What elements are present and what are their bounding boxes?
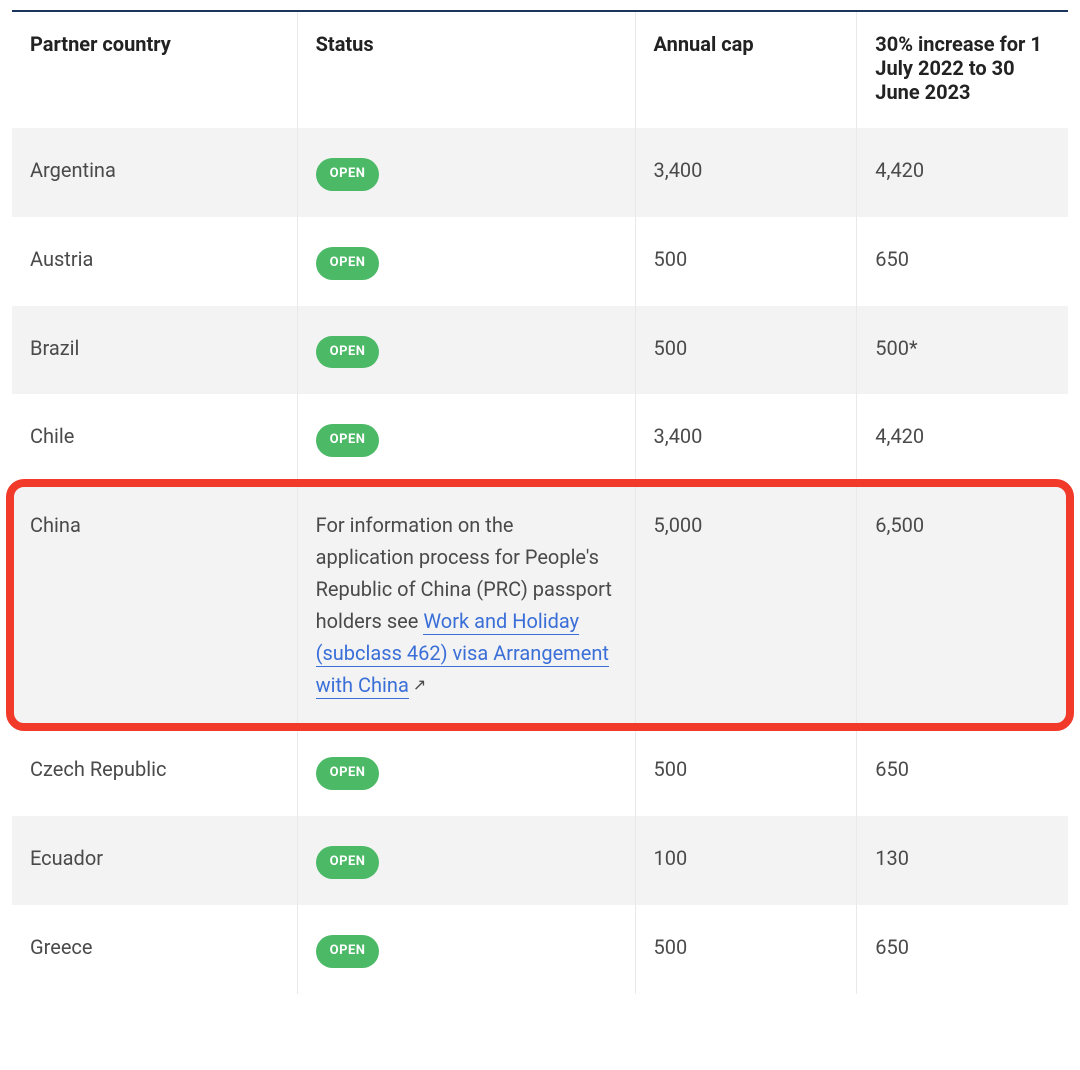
cell-cap: 500 xyxy=(635,727,857,816)
cell-increase: 650 xyxy=(857,727,1068,816)
status-badge: OPEN xyxy=(316,424,380,457)
cell-country: Austria xyxy=(12,217,297,306)
status-badge: OPEN xyxy=(316,247,380,280)
cell-status: OPEN xyxy=(297,816,635,905)
cell-cap: 5,000 xyxy=(635,483,857,727)
cell-status: For information on the application proce… xyxy=(297,483,635,727)
cell-status: OPEN xyxy=(297,727,635,816)
status-badge: OPEN xyxy=(316,846,380,879)
header-status: Status xyxy=(297,11,635,128)
table-header-row: Partner country Status Annual cap 30% in… xyxy=(12,11,1068,128)
cell-increase: 4,420 xyxy=(857,394,1068,483)
table-row: Brazil OPEN 500500* xyxy=(12,306,1068,395)
status-badge: OPEN xyxy=(316,935,380,968)
table-row: ChinaFor information on the application … xyxy=(12,483,1068,727)
table-row: Argentina OPEN 3,4004,420 xyxy=(12,128,1068,217)
header-country: Partner country xyxy=(12,11,297,128)
header-cap: Annual cap xyxy=(635,11,857,128)
external-link-icon: ↗ xyxy=(413,675,426,694)
cell-status: OPEN xyxy=(297,306,635,395)
cell-cap: 3,400 xyxy=(635,128,857,217)
table-row: Czech Republic OPEN 500650 xyxy=(12,727,1068,816)
cell-cap: 3,400 xyxy=(635,394,857,483)
table-row: Greece OPEN 500650 xyxy=(12,905,1068,994)
status-badge: OPEN xyxy=(316,158,380,191)
table-row: Ecuador OPEN 100130 xyxy=(12,816,1068,905)
cell-status: OPEN xyxy=(297,128,635,217)
cell-country: Argentina xyxy=(12,128,297,217)
header-increase: 30% increase for 1 July 2022 to 30 June … xyxy=(857,11,1068,128)
cell-increase: 4,420 xyxy=(857,128,1068,217)
cell-cap: 500 xyxy=(635,905,857,994)
cell-country: Greece xyxy=(12,905,297,994)
status-badge: OPEN xyxy=(316,757,380,790)
cell-country: China xyxy=(12,483,297,727)
table-row: Austria OPEN 500650 xyxy=(12,217,1068,306)
cell-country: Brazil xyxy=(12,306,297,395)
cell-country: Ecuador xyxy=(12,816,297,905)
cell-increase: 6,500 xyxy=(857,483,1068,727)
cell-status: OPEN xyxy=(297,217,635,306)
cell-cap: 500 xyxy=(635,306,857,395)
cell-increase: 650 xyxy=(857,905,1068,994)
cell-country: Czech Republic xyxy=(12,727,297,816)
cell-increase: 500* xyxy=(857,306,1068,395)
cell-increase: 650 xyxy=(857,217,1068,306)
table-row: Chile OPEN 3,4004,420 xyxy=(12,394,1068,483)
cell-country: Chile xyxy=(12,394,297,483)
cell-status: OPEN xyxy=(297,905,635,994)
cell-increase: 130 xyxy=(857,816,1068,905)
cell-status: OPEN xyxy=(297,394,635,483)
status-badge: OPEN xyxy=(316,336,380,369)
visa-table: Partner country Status Annual cap 30% in… xyxy=(12,10,1068,994)
cell-cap: 100 xyxy=(635,816,857,905)
cell-cap: 500 xyxy=(635,217,857,306)
